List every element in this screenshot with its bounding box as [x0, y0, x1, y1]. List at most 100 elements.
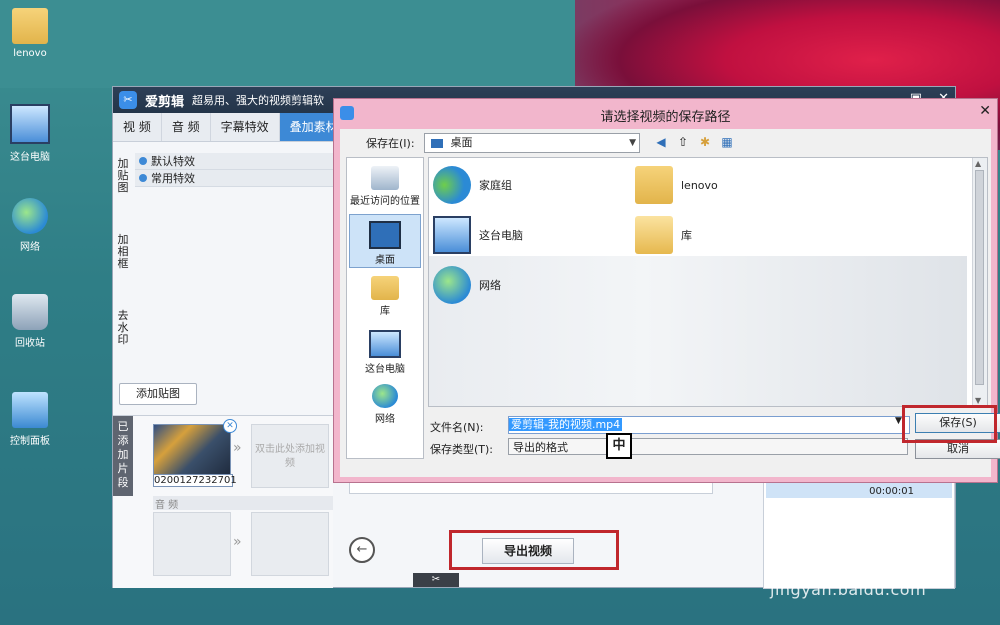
effect-category-common[interactable]: 常用特效	[135, 170, 333, 187]
clip-thumbnail[interactable]	[153, 424, 231, 476]
file-item-label: 库	[681, 229, 692, 242]
vtab-remove-watermark[interactable]: 去水印	[113, 307, 133, 373]
effect-category-default[interactable]: 默认特效	[135, 153, 333, 170]
library-icon	[371, 276, 399, 300]
added-clips-panel: 已添加片段 ✕ 0200127232701 » 双击此处添加视频 音 频 »	[113, 415, 333, 588]
filetype-label: 保存类型(T):	[430, 443, 494, 456]
network-icon	[433, 266, 471, 304]
recent-places-icon	[371, 166, 399, 190]
chevron-down-icon[interactable]: ▼	[895, 416, 902, 426]
user-folder-icon	[12, 8, 48, 44]
filetype-select[interactable]: 导出的格式	[508, 438, 908, 455]
add-sticker-button[interactable]: 添加贴图	[119, 383, 197, 405]
file-item-label: 网络	[479, 279, 501, 292]
place-label: 最近访问的位置	[350, 196, 420, 207]
recycle-bin-icon	[12, 294, 48, 330]
expand-icon	[139, 174, 147, 182]
control-panel-icon	[12, 392, 48, 428]
file-item-lenovo[interactable]: lenovo	[635, 166, 718, 204]
file-item-homegroup[interactable]: 家庭组	[433, 166, 512, 204]
vertical-scrollbar[interactable]: ▲ ▼	[972, 158, 987, 406]
effect-label: 默认特效	[151, 155, 195, 168]
view-menu-icon[interactable]: ▦	[720, 135, 734, 149]
place-desktop[interactable]: 桌面	[349, 214, 421, 268]
places-bar: 最近访问的位置 桌面 库 这台电脑 网络	[346, 157, 424, 459]
desktop-icon-control-panel[interactable]: 控制面板	[0, 392, 60, 447]
filename-input[interactable]: 爱剪辑-我的视频.mp4	[508, 416, 910, 434]
desktop-icon-recycle-bin[interactable]: 回收站	[0, 294, 60, 349]
desktop-icon-label: 控制面板	[10, 436, 50, 447]
double-arrow-icon: »	[233, 440, 242, 456]
double-arrow-icon: »	[233, 534, 242, 550]
computer-icon	[433, 216, 471, 254]
place-this-pc[interactable]: 这台电脑	[349, 330, 421, 375]
scroll-up-icon[interactable]: ▲	[975, 159, 981, 168]
place-label: 桌面	[375, 255, 395, 266]
desktop-icon-lenovo[interactable]: lenovo	[0, 8, 60, 59]
new-folder-icon[interactable]: ✱	[698, 135, 712, 149]
clip-name: 0200127232701	[153, 474, 237, 487]
chevron-down-icon: ▼	[629, 138, 636, 148]
effect-list: 默认特效 常用特效	[135, 153, 333, 187]
clips-panel-label: 已添加片段	[113, 416, 133, 496]
place-label: 网络	[375, 414, 395, 425]
app-name: 爱剪辑	[145, 94, 185, 110]
dialog-nav-toolbar: ◀ ⇧ ✱ ▦	[654, 135, 734, 149]
file-item-network[interactable]: 网络	[433, 266, 501, 304]
save-in-label: 保存在(I):	[366, 137, 415, 150]
place-network[interactable]: 网络	[349, 384, 421, 425]
tab-subtitle-effects[interactable]: 字幕特效	[211, 113, 280, 141]
baidu-url: jingyan.baidu.com	[770, 580, 927, 599]
vtab-add-sticker[interactable]: 加贴图	[113, 155, 133, 231]
close-icon[interactable]: ✕	[979, 103, 991, 119]
computer-icon	[369, 330, 401, 358]
scroll-down-icon[interactable]: ▼	[975, 396, 981, 405]
audio-track-label: 音 频	[153, 496, 333, 511]
place-recent[interactable]: 最近访问的位置	[349, 166, 421, 207]
side-vertical-tabs: 加贴图 加相框 去水印	[113, 155, 133, 373]
desktop-icon-this-pc[interactable]: 这台电脑	[0, 104, 60, 163]
file-item-label: lenovo	[681, 178, 718, 192]
desktop-icon	[431, 138, 443, 148]
save-in-value: 桌面	[450, 136, 473, 149]
tab-video[interactable]: 视 频	[113, 113, 162, 141]
export-button-highlight	[449, 530, 619, 570]
up-folder-icon[interactable]: ⇧	[676, 135, 690, 149]
empty-clip-slot[interactable]: 双击此处添加视频	[251, 424, 329, 488]
blurred-region	[429, 256, 967, 406]
back-arrow-icon[interactable]: ←	[349, 537, 375, 563]
app-slogan: 超易用、强大的视频剪辑软	[192, 94, 325, 107]
save-dialog: 请选择视频的保存路径 ✕ 保存在(I): 桌面 ▼ ◀ ⇧ ✱ ▦ 最近访问的位…	[333, 98, 1000, 483]
desktop-icon-label: 网络	[20, 242, 40, 253]
save-in-select[interactable]: 桌面 ▼	[424, 133, 640, 153]
audio-slot[interactable]	[251, 512, 329, 576]
dialog-body: 保存在(I): 桌面 ▼ ◀ ⇧ ✱ ▦ 最近访问的位置 桌面 库 这台电脑 网…	[340, 129, 1000, 477]
scroll-thumb[interactable]	[975, 170, 984, 385]
dialog-title-bar: 请选择视频的保存路径 ✕	[334, 99, 997, 129]
network-icon	[372, 384, 398, 408]
desktop-icon-network[interactable]: 网络	[0, 198, 60, 253]
file-item-this-pc[interactable]: 这台电脑	[433, 216, 523, 254]
desktop-icon-label: 这台电脑	[10, 152, 50, 163]
filename-value: 爱剪辑-我的视频.mp4	[509, 418, 623, 431]
place-label: 这台电脑	[365, 364, 405, 375]
effect-label: 常用特效	[151, 172, 195, 185]
dialog-title: 请选择视频的保存路径	[600, 110, 731, 125]
audio-slot[interactable]	[153, 512, 231, 576]
collapse-handle[interactable]: ✂	[413, 573, 459, 587]
export-settings-box	[349, 483, 713, 494]
ime-indicator[interactable]: 中	[606, 433, 632, 459]
file-item-library[interactable]: 库	[635, 216, 692, 254]
place-library[interactable]: 库	[349, 276, 421, 317]
app-logo-icon: ✂	[119, 91, 137, 109]
place-label: 库	[380, 306, 390, 317]
vtab-add-frame[interactable]: 加相框	[113, 231, 133, 307]
desktop-icon-label: lenovo	[13, 48, 47, 59]
back-icon[interactable]: ◀	[654, 135, 668, 149]
expand-icon	[139, 157, 147, 165]
remove-clip-icon[interactable]: ✕	[223, 419, 237, 433]
timeline-time: 00:00:01	[869, 486, 914, 497]
filetype-value: 导出的格式	[513, 441, 568, 454]
save-button-highlight	[902, 405, 997, 443]
tab-audio[interactable]: 音 频	[162, 113, 211, 141]
